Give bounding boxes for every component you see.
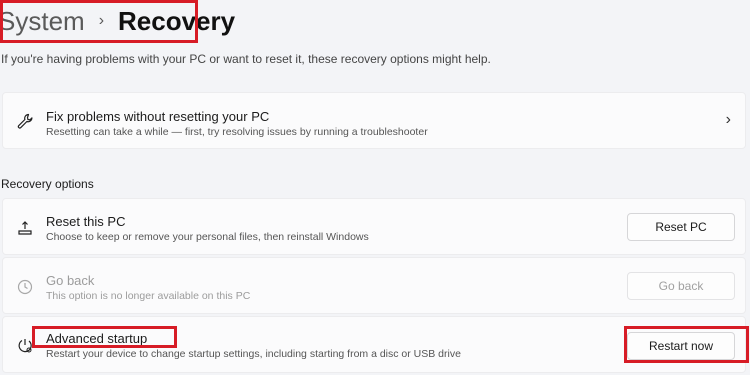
wrench-icon: [14, 110, 36, 132]
highlight-breadcrumb: [0, 0, 198, 43]
reset-pc-subtitle: Choose to keep or remove your personal f…: [46, 231, 369, 243]
history-icon: [14, 276, 36, 298]
section-title: Recovery options: [1, 177, 94, 191]
go-back-title: Go back: [46, 273, 95, 288]
reset-pc-card: Reset this PC Choose to keep or remove y…: [2, 198, 746, 255]
page-description: If you're having problems with your PC o…: [1, 52, 491, 66]
reset-pc-icon: [14, 217, 36, 239]
fix-problems-subtitle: Resetting can take a while — first, try …: [46, 126, 428, 138]
fix-problems-title: Fix problems without resetting your PC: [46, 109, 270, 124]
chevron-right-icon: ›: [725, 111, 731, 128]
reset-pc-button[interactable]: Reset PC: [627, 213, 735, 241]
fix-problems-card[interactable]: Fix problems without resetting your PC R…: [2, 92, 746, 149]
go-back-button: Go back: [627, 272, 735, 300]
advanced-startup-subtitle: Restart your device to change startup se…: [46, 348, 461, 360]
reset-pc-title: Reset this PC: [46, 214, 126, 229]
go-back-subtitle: This option is no longer available on th…: [46, 290, 251, 302]
go-back-card: Go back This option is no longer availab…: [2, 257, 746, 314]
highlight-restart-now: [624, 326, 749, 363]
highlight-advanced-startup: [32, 326, 177, 348]
